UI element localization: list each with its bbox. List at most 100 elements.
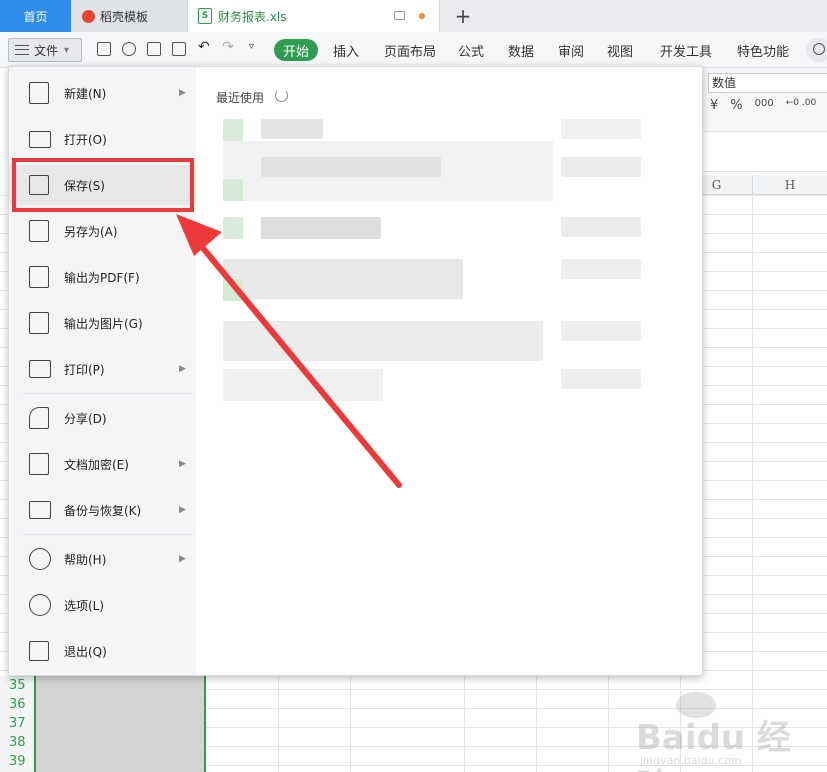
quick-save-icon[interactable] [97, 42, 111, 56]
pdf-export-icon [29, 266, 49, 288]
menu-item-label: 打印(P) [64, 362, 105, 377]
save-as-icon [29, 220, 49, 242]
undo-icon[interactable]: ↶ [198, 39, 212, 55]
recent-file-entry[interactable] [261, 157, 441, 177]
row-header[interactable]: 36 [0, 695, 34, 714]
increase-decimal-button[interactable]: ←0 .00 [786, 98, 816, 113]
menu-item-options[interactable]: 选项(L) [9, 585, 196, 625]
image-export-icon [29, 312, 49, 334]
printer-icon [29, 360, 51, 378]
menu-item-encrypt[interactable]: 文档加密(E) ▶ [9, 444, 196, 484]
currency-button[interactable]: ¥ [710, 98, 718, 113]
recent-file-entry[interactable] [261, 119, 323, 139]
menu-item-label: 新建(N) [64, 86, 107, 101]
menu-item-label: 输出为PDF(F) [64, 270, 140, 285]
refresh-icon[interactable] [275, 89, 288, 102]
chevron-right-icon: ▶ [179, 459, 186, 469]
row-headers: 35 36 37 38 39 [0, 676, 34, 772]
tab-bar: 首页 稻壳模板 S 财务报表.xls + [0, 0, 827, 32]
recent-file-thumb[interactable] [223, 179, 243, 201]
selected-column-range[interactable] [34, 676, 206, 772]
chevron-right-icon: ▶ [179, 88, 186, 98]
recent-file-entry[interactable] [223, 259, 463, 299]
recent-file-entry[interactable] [561, 321, 641, 341]
baidu-watermark: Baidu 经验 jingyan.baidu.com [636, 690, 816, 772]
ribbon-tab-start-label: 开始 [282, 44, 309, 60]
quick-print-icon[interactable] [147, 42, 161, 56]
quick-share-icon[interactable] [122, 42, 136, 56]
ribbon-tab-review[interactable]: 审阅 [558, 41, 584, 60]
menu-item-label: 输出为图片(G) [64, 316, 143, 331]
grid-line [464, 676, 465, 772]
menu-item-label: 退出(Q) [64, 644, 107, 659]
share-icon [29, 407, 49, 429]
ribbon-tab-formula[interactable]: 公式 [458, 41, 484, 60]
chevron-right-icon: ▶ [179, 364, 186, 374]
menu-item-backup[interactable]: 备份与恢复(K) ▶ [9, 490, 196, 530]
tab-home-label: 首页 [23, 9, 48, 24]
exit-icon [29, 641, 49, 661]
menu-item-label: 打开(O) [64, 132, 107, 147]
menu-item-save-as[interactable]: 另存为(A) [9, 211, 196, 251]
row-header[interactable]: 37 [0, 714, 34, 733]
backup-icon [29, 501, 51, 519]
ribbon-tab-features[interactable]: 特色功能 [737, 41, 789, 60]
menu-item-exit[interactable]: 退出(Q) [9, 631, 196, 671]
recent-file-entry[interactable] [223, 369, 383, 401]
menu-item-open[interactable]: 打开(O) [9, 119, 196, 159]
plus-icon: + [454, 4, 472, 28]
row-header[interactable]: 38 [0, 733, 34, 752]
menu-item-help[interactable]: 帮助(H) ▶ [9, 539, 196, 579]
recent-file-entry[interactable] [261, 217, 381, 239]
tab-template[interactable]: 稻壳模板 [72, 0, 188, 32]
new-tab-button[interactable]: + [440, 0, 486, 32]
percent-button[interactable]: % [730, 98, 742, 113]
recent-file-entry[interactable] [561, 119, 641, 139]
ribbon-tab-page-layout[interactable]: 页面布局 [384, 41, 436, 60]
menu-item-label: 分享(D) [64, 411, 107, 426]
formula-bar[interactable] [703, 132, 827, 172]
ribbon-tab-data[interactable]: 数据 [508, 41, 534, 60]
recent-file-entry[interactable] [561, 369, 641, 389]
menu-item-export-pdf[interactable]: 输出为PDF(F) [9, 257, 196, 297]
recent-file-thumb[interactable] [223, 119, 243, 141]
recent-file-entry[interactable] [561, 217, 641, 237]
ribbon-tab-insert[interactable]: 插入 [333, 41, 359, 60]
column-header-h[interactable]: H [752, 175, 827, 195]
menu-item-label: 另存为(A) [64, 224, 118, 239]
unsaved-dot-icon [419, 13, 425, 19]
new-file-icon [29, 82, 49, 104]
ribbon-tab-developer[interactable]: 开发工具 [660, 41, 712, 60]
recent-file-thumb[interactable] [223, 217, 243, 239]
menu-item-new[interactable]: 新建(N) ▶ [9, 73, 196, 113]
tab-file-label: 财务报表.xls [218, 9, 287, 24]
more-dropdown-icon[interactable]: ▿ [249, 41, 263, 55]
grid-line [350, 676, 351, 772]
menu-item-print[interactable]: 打印(P) ▶ [9, 349, 196, 389]
hamburger-icon [15, 45, 29, 55]
tab-file-active[interactable]: S 财务报表.xls [188, 0, 440, 32]
menu-item-export-image[interactable]: 输出为图片(G) [9, 303, 196, 343]
monitor-icon[interactable] [394, 11, 405, 20]
menu-divider [23, 393, 193, 394]
menu-item-label: 备份与恢复(K) [64, 503, 142, 518]
search-icon[interactable] [806, 38, 827, 62]
recent-file-entry[interactable] [561, 259, 641, 279]
recent-file-entry[interactable] [223, 321, 543, 361]
row-header[interactable]: 35 [0, 676, 34, 695]
chevron-right-icon: ▶ [179, 554, 186, 564]
ribbon-tab-view[interactable]: 视图 [607, 41, 633, 60]
print-preview-icon[interactable] [172, 42, 186, 56]
file-menu-button[interactable]: 文件 ▾ [8, 38, 82, 62]
thousands-button[interactable]: 000 [755, 98, 774, 113]
menu-item-share[interactable]: 分享(D) [9, 398, 196, 438]
recent-file-entry[interactable] [561, 157, 641, 177]
number-format-select[interactable]: 数值 [708, 73, 827, 93]
ribbon-tab-start[interactable]: 开始 [274, 39, 318, 61]
redo-icon[interactable]: ↷ [222, 39, 236, 55]
tab-home[interactable]: 首页 [0, 0, 72, 32]
folder-open-icon [29, 130, 51, 148]
grid-line [608, 676, 609, 772]
row-header[interactable]: 39 [0, 752, 34, 771]
recent-file-thumb[interactable] [223, 279, 243, 301]
